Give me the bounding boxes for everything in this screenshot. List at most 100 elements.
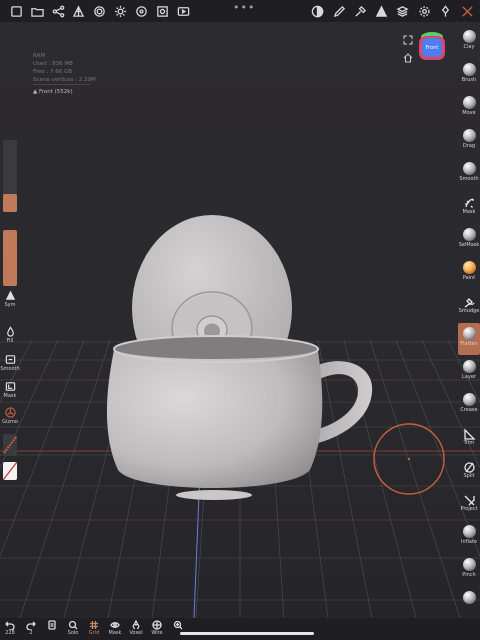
triangle-icon: ▲ xyxy=(33,89,38,95)
stats-vertices: Scene vertices : 2.39M xyxy=(33,77,96,83)
share-icon[interactable] xyxy=(50,3,66,19)
pin-icon[interactable] xyxy=(437,3,453,19)
stats-used: Used : 836 MB xyxy=(33,61,73,67)
home-icon[interactable] xyxy=(403,53,413,63)
zoom-button[interactable] xyxy=(168,620,188,630)
stroke-preview[interactable] xyxy=(3,434,17,456)
crease-icon xyxy=(462,393,476,406)
brush-cursor-dot xyxy=(407,457,411,461)
stats-panel: RAM Used : 836 MB Free : 7.66 GB Scene v… xyxy=(33,52,96,84)
tool-extra[interactable] xyxy=(458,587,480,619)
tool-brush[interactable]: Brush xyxy=(458,59,480,91)
drag-icon xyxy=(462,129,476,142)
intensity-fill xyxy=(3,230,17,286)
tool-clay[interactable]: Clay xyxy=(458,26,480,58)
tool-label: Trim xyxy=(463,440,475,446)
view-gizmo[interactable]: Front xyxy=(419,32,445,60)
intensity-slider[interactable] xyxy=(3,230,17,286)
flatten-icon xyxy=(462,327,476,340)
tool-label: Move xyxy=(462,110,476,116)
layers-icon[interactable] xyxy=(394,3,410,19)
tool-pinch[interactable]: Pinch xyxy=(458,554,480,586)
object-label[interactable]: ▲ Front (552k) xyxy=(33,89,73,95)
tool-label: Crease xyxy=(460,407,478,413)
scene-icon[interactable] xyxy=(133,3,149,19)
tool-label: Smudge xyxy=(458,308,480,314)
tool-split[interactable]: Split xyxy=(458,455,480,487)
material-icon[interactable] xyxy=(91,3,107,19)
cup-model xyxy=(106,335,323,500)
light-icon[interactable] xyxy=(112,3,128,19)
shading-icon[interactable] xyxy=(309,3,325,19)
mask-visibility-label: Mask xyxy=(108,630,122,636)
fill-button[interactable]: Fill xyxy=(0,326,20,344)
stats-free: Free : 7.66 GB xyxy=(33,69,73,75)
tool-inflate[interactable]: Inflate xyxy=(458,521,480,553)
gizmo-button[interactable]: Gizmo xyxy=(0,407,20,425)
tool-mask[interactable]: Mask xyxy=(458,191,480,223)
gear-icon[interactable] xyxy=(416,3,432,19)
grid-label: Grid xyxy=(88,630,100,636)
redo-button[interactable]: 2 xyxy=(21,620,41,636)
tool-project[interactable]: Project xyxy=(458,488,480,520)
undo-history-icon[interactable] xyxy=(8,3,24,19)
tool-smudge[interactable]: Smudge xyxy=(458,290,480,322)
picker-icon[interactable] xyxy=(352,3,368,19)
radius-fill xyxy=(3,194,17,212)
tools-toggle-icon[interactable] xyxy=(459,3,475,19)
fill-label: Fill xyxy=(6,338,14,344)
tool-label: Inflate xyxy=(461,539,477,545)
postprocess-icon[interactable] xyxy=(154,3,170,19)
tool-paint[interactable]: Paint xyxy=(458,257,480,289)
radius-slider[interactable] xyxy=(3,140,17,212)
folder-icon[interactable] xyxy=(29,3,45,19)
tool-label: Brush xyxy=(461,77,477,83)
stats-title: RAM xyxy=(33,53,46,59)
move-icon xyxy=(462,96,476,109)
tool-smooth[interactable]: Smooth xyxy=(458,158,480,190)
sculpt-viewport[interactable]: RAM Used : 836 MB Free : 7.66 GB Scene v… xyxy=(0,22,480,618)
tool-move[interactable]: Move xyxy=(458,92,480,124)
tool-flatten[interactable]: Flatten xyxy=(458,323,480,355)
history-button[interactable] xyxy=(42,620,62,630)
tool-crease[interactable]: Crease xyxy=(458,389,480,421)
bottom-toolbar: 228 2 Solo Grid Mask Voxel Wire xyxy=(0,618,480,640)
home-indicator xyxy=(180,632,314,635)
tool-layer[interactable]: Layer xyxy=(458,356,480,388)
mask-button[interactable]: Mask xyxy=(0,381,20,399)
grid-button[interactable]: Grid xyxy=(84,620,104,636)
fullscreen-icon[interactable] xyxy=(403,35,413,45)
project-icon xyxy=(463,492,476,506)
alpha-preview[interactable] xyxy=(3,462,17,480)
undo-button[interactable]: 228 xyxy=(0,620,20,636)
pen-icon[interactable] xyxy=(331,3,347,19)
selmask-icon xyxy=(462,228,476,241)
tool-label: Pinch xyxy=(462,572,476,578)
tool-label: Paint xyxy=(462,275,476,281)
inflate-icon xyxy=(462,525,476,538)
tool-label: SelMask xyxy=(458,242,480,248)
layer-icon xyxy=(462,360,476,373)
solo-button[interactable]: Solo xyxy=(63,620,83,636)
tool-trim[interactable]: Trim xyxy=(458,422,480,454)
paint-icon xyxy=(462,261,476,274)
mask-visibility-button[interactable]: Mask xyxy=(105,620,125,636)
tool-selmask[interactable]: SelMask xyxy=(458,224,480,256)
tool-label: Clay xyxy=(463,44,475,50)
wire-button[interactable]: Wire xyxy=(147,620,167,636)
voxel-button[interactable]: Voxel xyxy=(126,620,146,636)
sym-button[interactable]: Sym xyxy=(0,290,20,308)
smooth-button[interactable]: Smooth xyxy=(0,354,20,372)
more-menu[interactable]: ••• xyxy=(233,1,255,14)
tool-drag[interactable]: Drag xyxy=(458,125,480,157)
scene-render xyxy=(0,215,480,618)
smooth-icon xyxy=(462,162,476,175)
video-icon[interactable] xyxy=(175,3,191,19)
topology-icon[interactable] xyxy=(70,3,86,19)
clay-icon xyxy=(462,30,476,43)
triangle-icon[interactable] xyxy=(373,3,389,19)
trim-icon xyxy=(463,426,476,440)
undo-count: 228 xyxy=(5,630,15,636)
tool-label: Smooth xyxy=(459,176,479,182)
tool-label: Split xyxy=(463,473,475,479)
